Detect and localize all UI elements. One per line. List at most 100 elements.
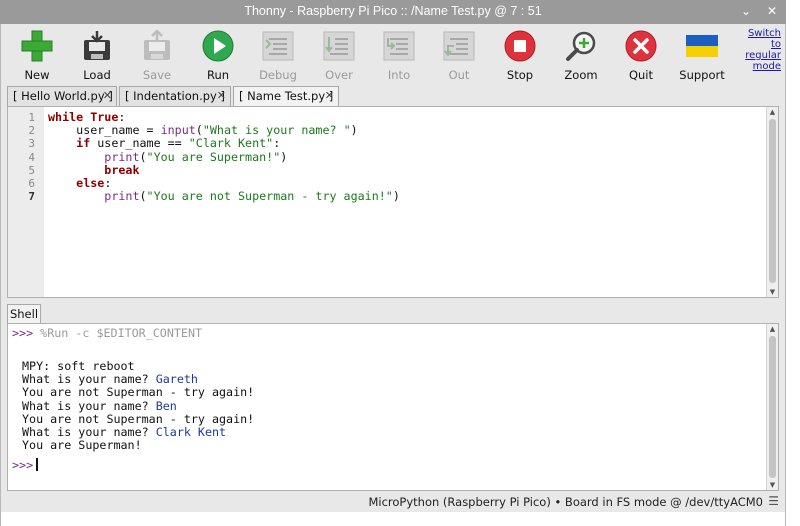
shell-user-input: Clark Kent	[155, 425, 227, 439]
stop-icon	[504, 30, 536, 62]
load-icon	[84, 31, 110, 60]
shell-output-line: You are Superman!	[22, 438, 142, 452]
shell-output-line: You are not Superman - try again!	[22, 412, 254, 426]
window-bottom-edge	[1, 512, 785, 526]
zoom-label: Zoom	[564, 68, 598, 82]
menu-icon[interactable]: ☰	[768, 494, 779, 508]
main-window: New Load Save Run Debug Over Into Out St…	[0, 24, 786, 526]
scrollbar-thumb[interactable]	[769, 119, 776, 283]
shell-prompt: >>>	[12, 326, 34, 340]
code-editor[interactable]: 1234567 while True: user_name = input("W…	[7, 106, 779, 298]
shell-output-text: You are not Superman - try again!	[22, 411, 255, 426]
switch-mode-line-2: regular	[745, 50, 781, 61]
save-icon	[144, 30, 170, 60]
into-label: Into	[387, 68, 411, 82]
over-label: Over	[325, 68, 353, 82]
code-token: while True	[48, 110, 119, 124]
code-token: "What is your name? "	[202, 123, 351, 138]
shell-output-line: MPY: soft reboot	[22, 359, 135, 373]
step-over-icon	[323, 31, 355, 61]
code-token: :	[104, 176, 112, 190]
shell-output-line: What is your name? Clark Kent	[22, 425, 226, 439]
into-button[interactable]: Into	[369, 28, 429, 84]
debug-button[interactable]: Debug	[248, 28, 308, 84]
switch-mode-line-1: Switch to	[747, 28, 781, 50]
tab-hello-world[interactable]: [ Hello World.py ] ✕	[7, 86, 117, 106]
code-token: )	[280, 149, 288, 164]
tab-name-test[interactable]: [ Name Test.py ] ✕	[233, 86, 339, 107]
out-label: Out	[448, 68, 470, 82]
quit-icon	[625, 30, 657, 62]
shell-scrollbar[interactable]: ▲ ▼	[766, 324, 778, 490]
support-button[interactable]: Support	[672, 28, 732, 84]
editor-scrollbar[interactable]: ▲ ▼	[766, 107, 778, 297]
tab-label: [ Name Test.py ]	[239, 89, 334, 103]
tab-shell[interactable]: Shell	[7, 304, 41, 324]
shell-output-line: What is your name? Gareth	[22, 372, 198, 386]
code-token: (	[139, 189, 147, 204]
code-token: "Clark Kent"	[188, 136, 274, 151]
step-into-icon	[383, 31, 415, 61]
code-token: user_name =	[76, 123, 161, 138]
run-button[interactable]: Run	[188, 28, 248, 84]
close-icon[interactable]: ✕	[764, 3, 780, 19]
close-tab-icon[interactable]: ✕	[217, 87, 226, 105]
over-button[interactable]: Over	[309, 28, 369, 84]
code-token: print	[104, 149, 140, 164]
code-area[interactable]: while True: user_name = input("What is y…	[48, 107, 764, 297]
scroll-up-icon[interactable]: ▲	[767, 107, 778, 117]
close-tab-icon[interactable]: ✕	[325, 87, 334, 105]
code-token: )	[392, 189, 400, 204]
tab-label: [ Indentation.py ]	[125, 89, 225, 103]
status-bar: MicroPython (Raspberry Pi Pico) • Board …	[1, 492, 785, 512]
quit-button[interactable]: Quit	[611, 28, 671, 84]
code-token: )	[350, 123, 358, 138]
scroll-down-icon[interactable]: ▼	[767, 480, 778, 490]
shell-output-text: What is your name?	[22, 398, 156, 413]
scroll-down-icon[interactable]: ▼	[767, 287, 778, 297]
shell-output-line: You are not Superman - try again!	[22, 385, 254, 399]
scroll-up-icon[interactable]: ▲	[767, 324, 778, 334]
code-line: while True:	[48, 110, 125, 124]
code-token: if	[76, 136, 91, 151]
tab-indentation[interactable]: [ Indentation.py ] ✕	[119, 86, 231, 106]
run-icon	[202, 30, 234, 62]
run-label: Run	[206, 68, 230, 82]
line-number: 1	[28, 111, 35, 124]
out-button[interactable]: Out	[429, 28, 489, 84]
load-button[interactable]: Load	[67, 28, 127, 84]
save-button[interactable]: Save	[127, 28, 187, 84]
save-label: Save	[142, 68, 172, 82]
line-number: 4	[28, 150, 35, 164]
debug-icon	[262, 31, 294, 61]
new-button[interactable]: New	[7, 28, 67, 84]
shell-output-text: You are not Superman - try again!	[22, 385, 255, 400]
zoom-button[interactable]: Zoom	[551, 28, 611, 84]
code-token: else	[76, 176, 105, 190]
code-token: user_name ==	[90, 136, 189, 151]
close-tab-icon[interactable]: ✕	[103, 87, 112, 105]
load-label: Load	[83, 68, 111, 82]
code-token: :	[273, 136, 281, 151]
minimize-icon[interactable]: ⌄	[738, 3, 754, 19]
switch-mode-link[interactable]: Switch to regular mode	[735, 28, 781, 72]
shell-run-line: >>> %Run -c $EDITOR_CONTENT	[12, 326, 202, 340]
toolbar: New Load Save Run Debug Over Into Out St…	[1, 24, 785, 86]
new-label: New	[24, 68, 50, 82]
line-number: 5	[28, 163, 35, 177]
window-title: Thonny - Raspberry Pi Pico :: /Name Test…	[244, 4, 542, 18]
shell-output-text: MPY: soft reboot	[22, 359, 135, 373]
interpreter-status[interactable]: MicroPython (Raspberry Pi Pico) • Board …	[368, 495, 763, 509]
stop-button[interactable]: Stop	[490, 28, 550, 84]
scrollbar-thumb[interactable]	[769, 336, 776, 478]
code-token: "You are not Superman - try again!"	[146, 189, 393, 204]
switch-mode-line-3: mode	[752, 61, 781, 72]
code-line: else:	[48, 176, 111, 190]
shell-input-line[interactable]: >>>	[12, 458, 38, 472]
shell-console[interactable]: >>> %Run -c $EDITOR_CONTENT MPY: soft re…	[7, 323, 779, 491]
line-number: 7	[28, 190, 35, 204]
step-out-icon	[443, 31, 475, 61]
